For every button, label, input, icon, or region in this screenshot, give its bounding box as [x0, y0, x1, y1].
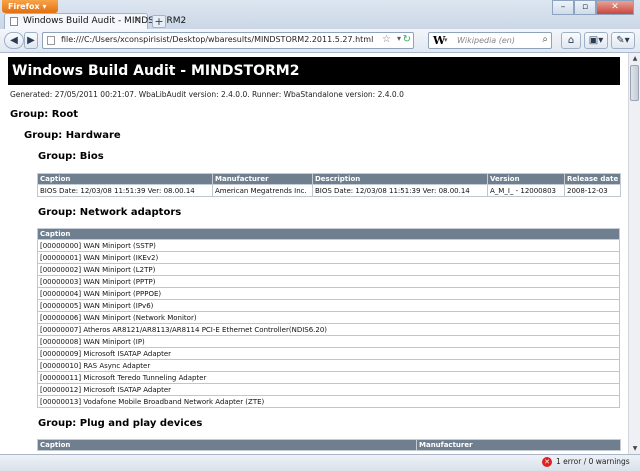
- page-icon: [47, 36, 55, 45]
- addon-button[interactable]: ▣▾: [584, 32, 608, 49]
- table-cell: [00000011] Microsoft Teredo Tunneling Ad…: [37, 371, 620, 384]
- firefox-menu-label: Firefox: [8, 2, 40, 11]
- url-bar[interactable]: file:///C:/Users/xconspirisist/Desktop/w…: [42, 32, 414, 49]
- search-icon[interactable]: ⌕: [542, 34, 548, 45]
- table-row: [00000006] WAN Miniport (Network Monitor…: [37, 311, 620, 324]
- table-row: [00000001] WAN Miniport (IKEv2): [37, 251, 620, 264]
- table-cell: [00000002] WAN Miniport (L2TP): [37, 263, 620, 276]
- reload-icon[interactable]: ↻: [403, 34, 411, 45]
- scrollbar-thumb[interactable]: [630, 65, 639, 101]
- table-cell: American Megatrends Inc.: [212, 184, 313, 197]
- pnp-table: Caption Manufacturer: [37, 439, 621, 451]
- url-history-dropdown-icon[interactable]: ▾: [397, 34, 401, 43]
- maximize-icon[interactable]: ▫: [574, 0, 596, 15]
- back-button[interactable]: ◀: [4, 32, 24, 49]
- url-text: file:///C:/Users/xconspirisist/Desktop/w…: [61, 35, 374, 44]
- bios-col-description: Description: [312, 173, 488, 185]
- status-bar: ✕ 1 error / 0 warnings: [0, 454, 640, 471]
- table-cell: [00000001] WAN Miniport (IKEv2): [37, 251, 620, 264]
- tab-close-icon[interactable]: ✕: [133, 16, 141, 26]
- new-tab-button[interactable]: +: [152, 15, 166, 28]
- bios-header-row: Caption Manufacturer Description Version…: [37, 173, 621, 185]
- pnp-header-row: Caption Manufacturer: [37, 439, 621, 451]
- table-row: [00000008] WAN Miniport (IP): [37, 335, 620, 348]
- table-cell: [00000009] Microsoft ISATAP Adapter: [37, 347, 620, 360]
- page-title: Windows Build Audit - MINDSTORM2: [8, 57, 620, 85]
- scroll-up-icon[interactable]: ▲: [630, 53, 640, 64]
- table-cell: A_M_I_ - 12000803: [487, 184, 565, 197]
- network-table: Caption [00000000] WAN Miniport (SSTP) […: [37, 228, 620, 408]
- navigation-toolbar: ◀ ▶ file:///C:/Users/xconspirisist/Deskt…: [0, 29, 640, 53]
- table-cell: [00000000] WAN Miniport (SSTP): [37, 239, 620, 252]
- table-cell: [00000006] WAN Miniport (Network Monitor…: [37, 311, 620, 324]
- table-row: [00000013] Vodafone Mobile Broadband Net…: [37, 395, 620, 408]
- error-status-text[interactable]: 1 error / 0 warnings: [556, 457, 630, 466]
- table-cell: BIOS Date: 12/03/08 11:51:39 Ver: 08.00.…: [37, 184, 213, 197]
- tools-icon: ✎▾: [616, 35, 630, 46]
- close-window-icon[interactable]: ✕: [596, 0, 634, 15]
- bios-col-version: Version: [487, 173, 565, 185]
- page-favicon-icon: [10, 17, 18, 26]
- bios-col-manufacturer: Manufacturer: [212, 173, 313, 185]
- bios-col-release-date: Release date: [564, 173, 621, 185]
- bios-col-caption: Caption: [37, 173, 213, 185]
- firefox-menu-button[interactable]: Firefox ▾: [2, 0, 58, 13]
- home-icon: ⌂: [567, 35, 575, 46]
- forward-arrow-icon: ▶: [27, 35, 35, 46]
- vertical-scrollbar[interactable]: ▲ ▼: [628, 53, 640, 454]
- window-controls: – ▫ ✕: [552, 0, 634, 15]
- generated-info: Generated: 27/05/2011 00:21:07. WbaLibAu…: [10, 90, 404, 99]
- minimize-icon[interactable]: –: [552, 0, 574, 15]
- table-cell: [00000013] Vodafone Mobile Broadband Net…: [37, 395, 620, 408]
- group-bios-heading: Group: Bios: [38, 151, 104, 162]
- table-row: [00000012] Microsoft ISATAP Adapter: [37, 383, 620, 396]
- search-placeholder: Wikipedia (en): [457, 36, 515, 45]
- table-row: [00000005] WAN Miniport (IPv6): [37, 299, 620, 312]
- search-bar[interactable]: W ▾ Wikipedia (en) ⌕: [428, 32, 552, 49]
- table-cell: 2008-12-03: [564, 184, 621, 197]
- table-row: [00000007] Atheros AR8121/AR8113/AR8114 …: [37, 323, 620, 336]
- error-icon[interactable]: ✕: [542, 457, 552, 467]
- table-cell: BIOS Date: 12/03/08 11:51:39 Ver: 08.00.…: [312, 184, 488, 197]
- browser-titlebar: Firefox ▾ – ▫ ✕ Windows Build Audit - MI…: [0, 0, 640, 30]
- table-cell: [00000008] WAN Miniport (IP): [37, 335, 620, 348]
- group-network-heading: Group: Network adaptors: [38, 207, 182, 218]
- network-col-caption: Caption: [37, 228, 620, 240]
- scroll-down-icon[interactable]: ▼: [630, 443, 640, 454]
- table-row: [00000004] WAN Miniport (PPPOE): [37, 287, 620, 300]
- group-hardware-heading: Group: Hardware: [24, 130, 121, 141]
- group-pnp-heading: Group: Plug and play devices: [38, 418, 203, 429]
- addon-icon: ▣▾: [588, 35, 604, 46]
- pnp-col-caption: Caption: [37, 439, 417, 451]
- table-row: [00000000] WAN Miniport (SSTP): [37, 239, 620, 252]
- table-row: [00000009] Microsoft ISATAP Adapter: [37, 347, 620, 360]
- bookmark-star-icon[interactable]: ☆: [382, 34, 391, 45]
- table-cell: [00000007] Atheros AR8121/AR8113/AR8114 …: [37, 323, 620, 336]
- home-button[interactable]: ⌂: [561, 32, 581, 49]
- pnp-col-manufacturer: Manufacturer: [416, 439, 621, 451]
- tab-active[interactable]: Windows Build Audit - MINDSTORM2 ✕: [4, 13, 186, 30]
- table-row: [00000011] Microsoft Teredo Tunneling Ad…: [37, 371, 620, 384]
- table-cell: [00000005] WAN Miniport (IPv6): [37, 299, 620, 312]
- table-cell: [00000012] Microsoft ISATAP Adapter: [37, 383, 620, 396]
- table-row: [00000002] WAN Miniport (L2TP): [37, 263, 620, 276]
- table-row: [00000010] RAS Async Adapter: [37, 359, 620, 372]
- network-header-row: Caption: [37, 228, 620, 240]
- back-arrow-icon: ◀: [10, 35, 18, 46]
- engine-dropdown-icon[interactable]: ▾: [444, 36, 448, 44]
- table-row: BIOS Date: 12/03/08 11:51:39 Ver: 08.00.…: [37, 184, 621, 197]
- table-cell: [00000003] WAN Miniport (PPTP): [37, 275, 620, 288]
- page-content: Windows Build Audit - MINDSTORM2 Generat…: [0, 53, 628, 454]
- table-row: [00000003] WAN Miniport (PPTP): [37, 275, 620, 288]
- tools-button[interactable]: ✎▾: [611, 32, 635, 49]
- table-cell: [00000004] WAN Miniport (PPPOE): [37, 287, 620, 300]
- group-root-heading: Group: Root: [10, 109, 78, 120]
- table-cell: [00000010] RAS Async Adapter: [37, 359, 620, 372]
- forward-button[interactable]: ▶: [24, 32, 38, 49]
- bios-table: Caption Manufacturer Description Version…: [37, 173, 621, 197]
